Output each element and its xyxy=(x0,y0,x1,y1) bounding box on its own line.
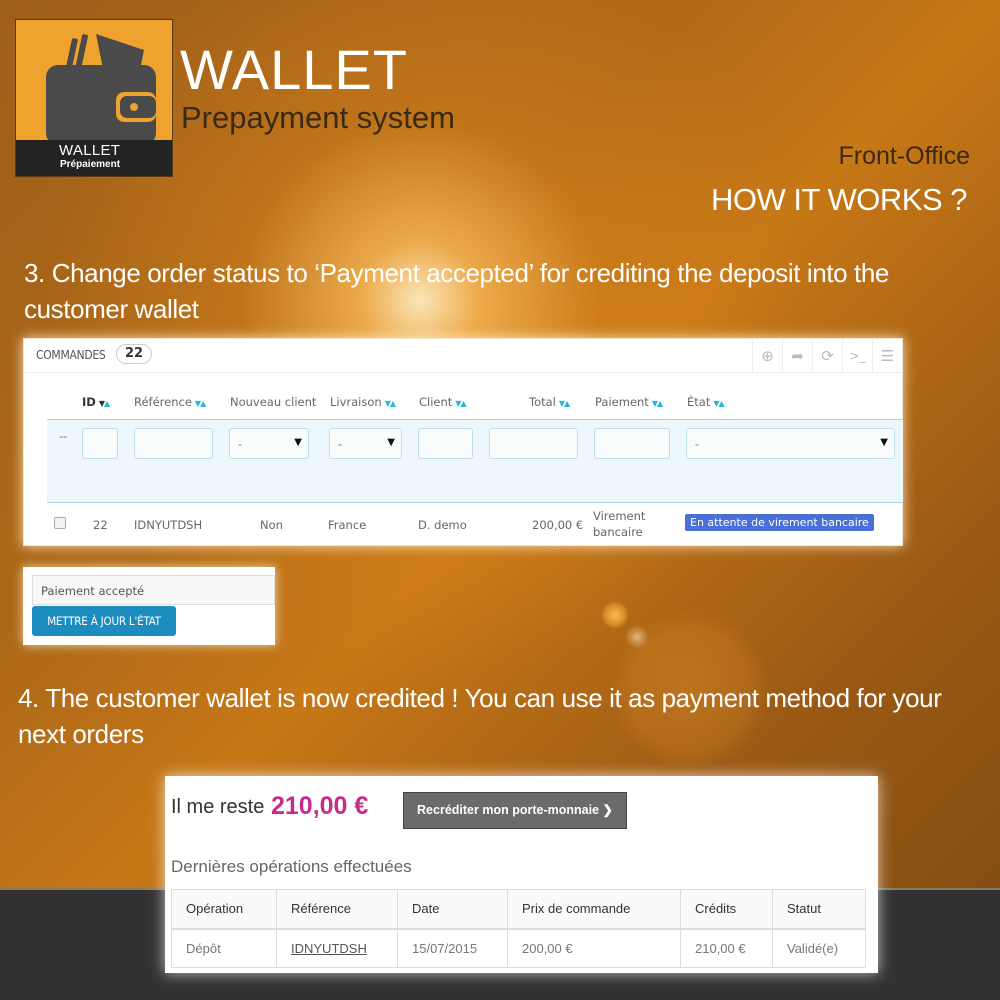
app-subtitle: Prepayment system xyxy=(181,100,455,135)
table-row: Dépôt IDNYUTDSH 15/07/2015 200,00 € 210,… xyxy=(171,928,866,968)
sort-icon[interactable]: ▼▲ xyxy=(385,399,396,408)
column-header-reference[interactable]: Référence ▼▲ xyxy=(134,395,206,409)
cell-id: 22 xyxy=(93,518,108,532)
export-icon[interactable]: ➦ xyxy=(782,339,812,373)
filter-new-client-select[interactable]: - ▼ xyxy=(229,428,309,459)
operations-header-row: Opération Référence Date Prix de command… xyxy=(171,889,866,930)
filter-client-input[interactable] xyxy=(418,428,473,459)
cell-total: 200,00 € xyxy=(532,518,584,532)
operations-title: Dernières opérations effectuées xyxy=(171,857,412,876)
remaining-amount: 210,00 € xyxy=(271,792,369,820)
section-label: Front-Office xyxy=(838,142,970,170)
step-4-text: 4. The customer wallet is now credited !… xyxy=(18,683,942,749)
cell-credits: 210,00 € xyxy=(680,928,773,968)
column-header-total[interactable]: Total ▼▲ xyxy=(529,395,570,409)
update-status-button[interactable]: METTRE À JOUR L'ÉTAT xyxy=(32,606,176,636)
wallet-icon xyxy=(46,34,156,142)
row-checkbox[interactable] xyxy=(54,517,66,529)
filter-id-input[interactable] xyxy=(82,428,118,459)
cell-date: 15/07/2015 xyxy=(397,928,508,968)
wallet-logo: WALLET Prépaiement xyxy=(15,19,173,177)
column-header-delivery[interactable]: Livraison ▼▲ xyxy=(330,395,396,409)
sql-query-icon[interactable]: >_ xyxy=(842,339,872,373)
recredit-wallet-button[interactable]: Recréditer mon porte-monnaie ❯ xyxy=(403,792,627,829)
filter-payment-input[interactable] xyxy=(594,428,670,459)
logo-band: WALLET Prépaiement xyxy=(16,140,172,176)
filter-total-input[interactable] xyxy=(489,428,578,459)
cell-new-client: Non xyxy=(260,518,283,532)
header-order-price: Prix de commande xyxy=(507,889,681,930)
caret-down-icon: ▼ xyxy=(294,437,302,448)
app-title: WALLET xyxy=(180,38,408,101)
orders-panel-title: COMMANDES xyxy=(36,348,106,362)
filter-reference-input[interactable] xyxy=(134,428,213,459)
panel-toolbar: ⊕ ➦ ⟳ >_ ☰ xyxy=(752,339,902,373)
sort-icon[interactable]: ▼▲ xyxy=(195,399,206,408)
column-header-client[interactable]: Client ▼▲ xyxy=(419,395,467,409)
orders-panel-header: COMMANDES 22 ⊕ ➦ ⟳ >_ ☰ xyxy=(24,339,902,373)
header-reference: Référence xyxy=(276,889,398,930)
cell-delivery: France xyxy=(328,518,367,532)
cell-reference: IDNYUTDSH xyxy=(134,518,203,532)
add-icon[interactable]: ⊕ xyxy=(752,339,782,373)
table-row[interactable]: 22 IDNYUTDSH Non France D. demo 200,00 €… xyxy=(24,505,902,545)
operations-table: Opération Référence Date Prix de command… xyxy=(171,889,866,968)
sort-icon[interactable]: ▼▲ xyxy=(559,399,570,408)
filter-delivery-select[interactable]: - ▼ xyxy=(329,428,402,459)
step-3-text: 3. Change order status to ‘Payment accep… xyxy=(24,258,889,324)
sort-icon[interactable]: ▼▲ xyxy=(99,399,110,408)
update-status-box: Paiement accepté METTRE À JOUR L'ÉTAT xyxy=(23,567,275,645)
caret-down-icon: ▼ xyxy=(880,437,888,448)
cell-order-price: 200,00 € xyxy=(507,928,681,968)
sort-icon[interactable]: ▼▲ xyxy=(652,399,663,408)
column-header-payment[interactable]: Paiement ▼▲ xyxy=(595,395,663,409)
header-status: Statut xyxy=(772,889,866,930)
cell-operation: Dépôt xyxy=(171,928,277,968)
filter-row-marker: -- xyxy=(59,430,67,443)
header-operation: Opération xyxy=(171,889,277,930)
cell-client: D. demo xyxy=(418,518,467,532)
database-icon[interactable]: ☰ xyxy=(872,339,902,373)
logo-band-title: WALLET xyxy=(59,142,121,159)
column-header-state[interactable]: État ▼▲ xyxy=(687,395,725,409)
orders-count-badge: 22 xyxy=(116,344,153,364)
logo-band-subtitle: Prépaiement xyxy=(60,159,121,170)
wallet-front-panel: Il me reste 210,00 € Recréditer mon port… xyxy=(165,776,878,973)
order-status-select[interactable]: Paiement accepté xyxy=(32,575,275,605)
column-header-id[interactable]: ID ▼▲ xyxy=(82,395,110,409)
cell-payment: Virement bancaire xyxy=(593,509,646,539)
sort-icon[interactable]: ▼▲ xyxy=(455,399,466,408)
remaining-label: Il me reste xyxy=(171,796,265,818)
caret-down-icon: ▼ xyxy=(387,437,395,448)
orders-panel: COMMANDES 22 ⊕ ➦ ⟳ >_ ☰ ID ▼▲ Référence ▼▲… xyxy=(23,338,903,546)
column-header-new-client: Nouveau client xyxy=(230,395,317,409)
filter-row: -- - ▼ - ▼ - ▼ xyxy=(47,419,903,503)
cell-status: Validé(e) xyxy=(772,928,866,968)
refresh-icon[interactable]: ⟳ xyxy=(812,339,842,373)
filter-state-select[interactable]: - ▼ xyxy=(686,428,895,459)
order-reference-link[interactable]: IDNYUTDSH xyxy=(276,928,398,968)
header-credits: Crédits xyxy=(680,889,773,930)
status-badge: En attente de virement bancaire xyxy=(685,514,874,531)
header-date: Date xyxy=(397,889,508,930)
section-heading: HOW IT WORKS ? xyxy=(711,182,967,217)
sort-icon[interactable]: ▼▲ xyxy=(713,399,724,408)
